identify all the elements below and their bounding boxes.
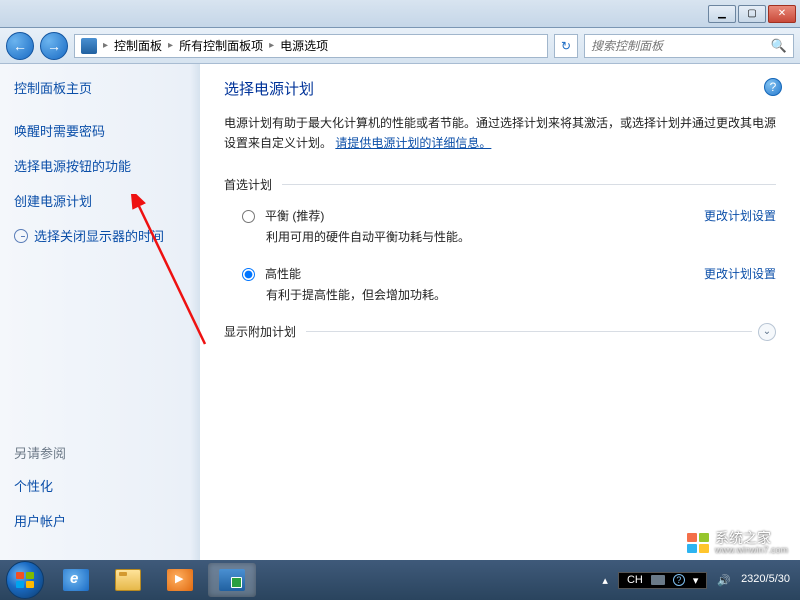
breadcrumb-root[interactable]: 控制面板: [114, 37, 162, 54]
breadcrumb-mid[interactable]: 所有控制面板项: [179, 37, 263, 54]
preferred-plans-label: 首选计划: [224, 176, 272, 193]
ime-indicator[interactable]: CH ? ▾: [618, 572, 707, 589]
help-icon[interactable]: ?: [764, 78, 782, 96]
change-plan-link-balanced[interactable]: 更改计划设置: [704, 207, 776, 224]
page-description: 电源计划有助于最大化计算机的性能或者节能。通过选择计划来将其激活，或选择计划并通…: [224, 113, 776, 154]
navigation-toolbar: ← → ▸ 控制面板 ▸ 所有控制面板项 ▸ 电源选项 ↻ 🔍: [0, 28, 800, 64]
see-also-user-accounts[interactable]: 用户帐户: [14, 511, 194, 530]
breadcrumb-separator: ▸: [103, 40, 108, 51]
maximize-button[interactable]: ▢: [738, 5, 766, 23]
tray-date: 2320/5/30: [741, 573, 790, 586]
sidebar-link-power-button[interactable]: 选择电源按钮的功能: [14, 156, 194, 175]
forward-button[interactable]: →: [40, 32, 68, 60]
clock-icon: [14, 229, 28, 243]
change-plan-link-high-perf[interactable]: 更改计划设置: [704, 265, 776, 282]
ime-label: CH: [627, 574, 643, 586]
window-titlebar: ▁ ▢ ✕: [0, 0, 800, 28]
tray-clock[interactable]: 2320/5/30: [741, 573, 790, 586]
taskbar-item-ie[interactable]: [52, 563, 100, 597]
media-player-icon: [167, 569, 193, 591]
plan-label: 平衡: [265, 209, 289, 223]
page-title: 选择电源计划: [224, 78, 776, 99]
breadcrumb-leaf[interactable]: 电源选项: [280, 37, 328, 54]
plan-radio-balanced[interactable]: [242, 210, 255, 223]
watermark: 系统之家 www.winwin7.com: [687, 531, 788, 556]
ime-options-icon: ▾: [693, 574, 699, 587]
sidebar-link-create-plan[interactable]: 创建电源计划: [14, 191, 194, 210]
sidebar-link-require-password[interactable]: 唤醒时需要密码: [14, 121, 194, 140]
additional-plans-label: 显示附加计划: [224, 323, 296, 340]
plan-name-high-perf: 高性能: [265, 265, 301, 282]
search-input[interactable]: [591, 39, 761, 53]
taskbar: ▴ CH ? ▾ 🔊 2320/5/30: [0, 560, 800, 600]
taskbar-item-media-player[interactable]: [156, 563, 204, 597]
start-button[interactable]: [6, 561, 44, 599]
back-button[interactable]: ←: [6, 32, 34, 60]
plan-desc-balanced: 利用可用的硬件自动平衡功耗与性能。: [266, 228, 776, 245]
breadcrumb-separator: ▸: [168, 40, 173, 51]
taskbar-item-explorer[interactable]: [104, 563, 152, 597]
divider: [306, 331, 752, 332]
breadcrumb-separator: ▸: [269, 40, 274, 51]
content-pane: ? 选择电源计划 电源计划有助于最大化计算机的性能或者节能。通过选择计划来将其激…: [200, 64, 800, 560]
plan-row-balanced: 平衡 (推荐) 更改计划设置: [242, 207, 776, 224]
keyboard-icon: [651, 575, 665, 585]
sidebar-link-display-off-time[interactable]: 选择关闭显示器的时间: [14, 226, 194, 245]
tray-chevron-icon[interactable]: ▴: [602, 574, 608, 587]
watermark-brand: 系统之家: [715, 530, 771, 546]
sidebar: 控制面板主页 唤醒时需要密码 选择电源按钮的功能 创建电源计划 选择关闭显示器的…: [0, 64, 200, 560]
sidebar-link-label: 选择关闭显示器的时间: [34, 226, 164, 245]
plan-row-high-perf: 高性能 更改计划设置: [242, 265, 776, 282]
address-bar[interactable]: ▸ 控制面板 ▸ 所有控制面板项 ▸ 电源选项: [74, 34, 548, 58]
desc-info-link[interactable]: 请提供电源计划的详细信息。: [335, 136, 491, 150]
minimize-button[interactable]: ▁: [708, 5, 736, 23]
plan-radio-high-perf[interactable]: [242, 268, 255, 281]
search-box[interactable]: 🔍: [584, 34, 794, 58]
ie-icon: [63, 569, 89, 591]
expand-icon[interactable]: ⌄: [758, 323, 776, 341]
additional-plans-header[interactable]: 显示附加计划 ⌄: [224, 323, 776, 341]
control-panel-taskbar-icon: [219, 569, 245, 591]
desc-text: 电源计划有助于最大化计算机的性能或者节能。通过选择计划来将其激活，或选择计划并通…: [224, 116, 776, 150]
window-body: 控制面板主页 唤醒时需要密码 选择电源按钮的功能 创建电源计划 选择关闭显示器的…: [0, 64, 800, 560]
close-button[interactable]: ✕: [768, 5, 796, 23]
see-also-header: 另请参阅: [14, 443, 194, 462]
preferred-plans-header: 首选计划: [224, 176, 776, 193]
speaker-icon[interactable]: 🔊: [717, 574, 731, 587]
plan-recommended-badge: (推荐): [292, 209, 324, 223]
control-panel-icon: [81, 38, 97, 54]
windows-logo-icon: [16, 572, 34, 588]
system-tray: ▴ CH ? ▾ 🔊 2320/5/30: [602, 572, 794, 589]
see-also-personalization[interactable]: 个性化: [14, 476, 194, 495]
watermark-url: www.winwin7.com: [715, 546, 788, 556]
refresh-button[interactable]: ↻: [554, 34, 578, 58]
plan-name-balanced: 平衡 (推荐): [265, 207, 324, 224]
plan-desc-high-perf: 有利于提高性能，但会增加功耗。: [266, 286, 776, 303]
ime-help-icon: ?: [673, 574, 685, 586]
search-icon[interactable]: 🔍: [771, 38, 787, 54]
sidebar-home-link[interactable]: 控制面板主页: [14, 78, 194, 97]
windows-flag-icon: [687, 533, 709, 553]
folder-icon: [115, 569, 141, 591]
taskbar-item-control-panel[interactable]: [208, 563, 256, 597]
divider: [282, 184, 776, 185]
